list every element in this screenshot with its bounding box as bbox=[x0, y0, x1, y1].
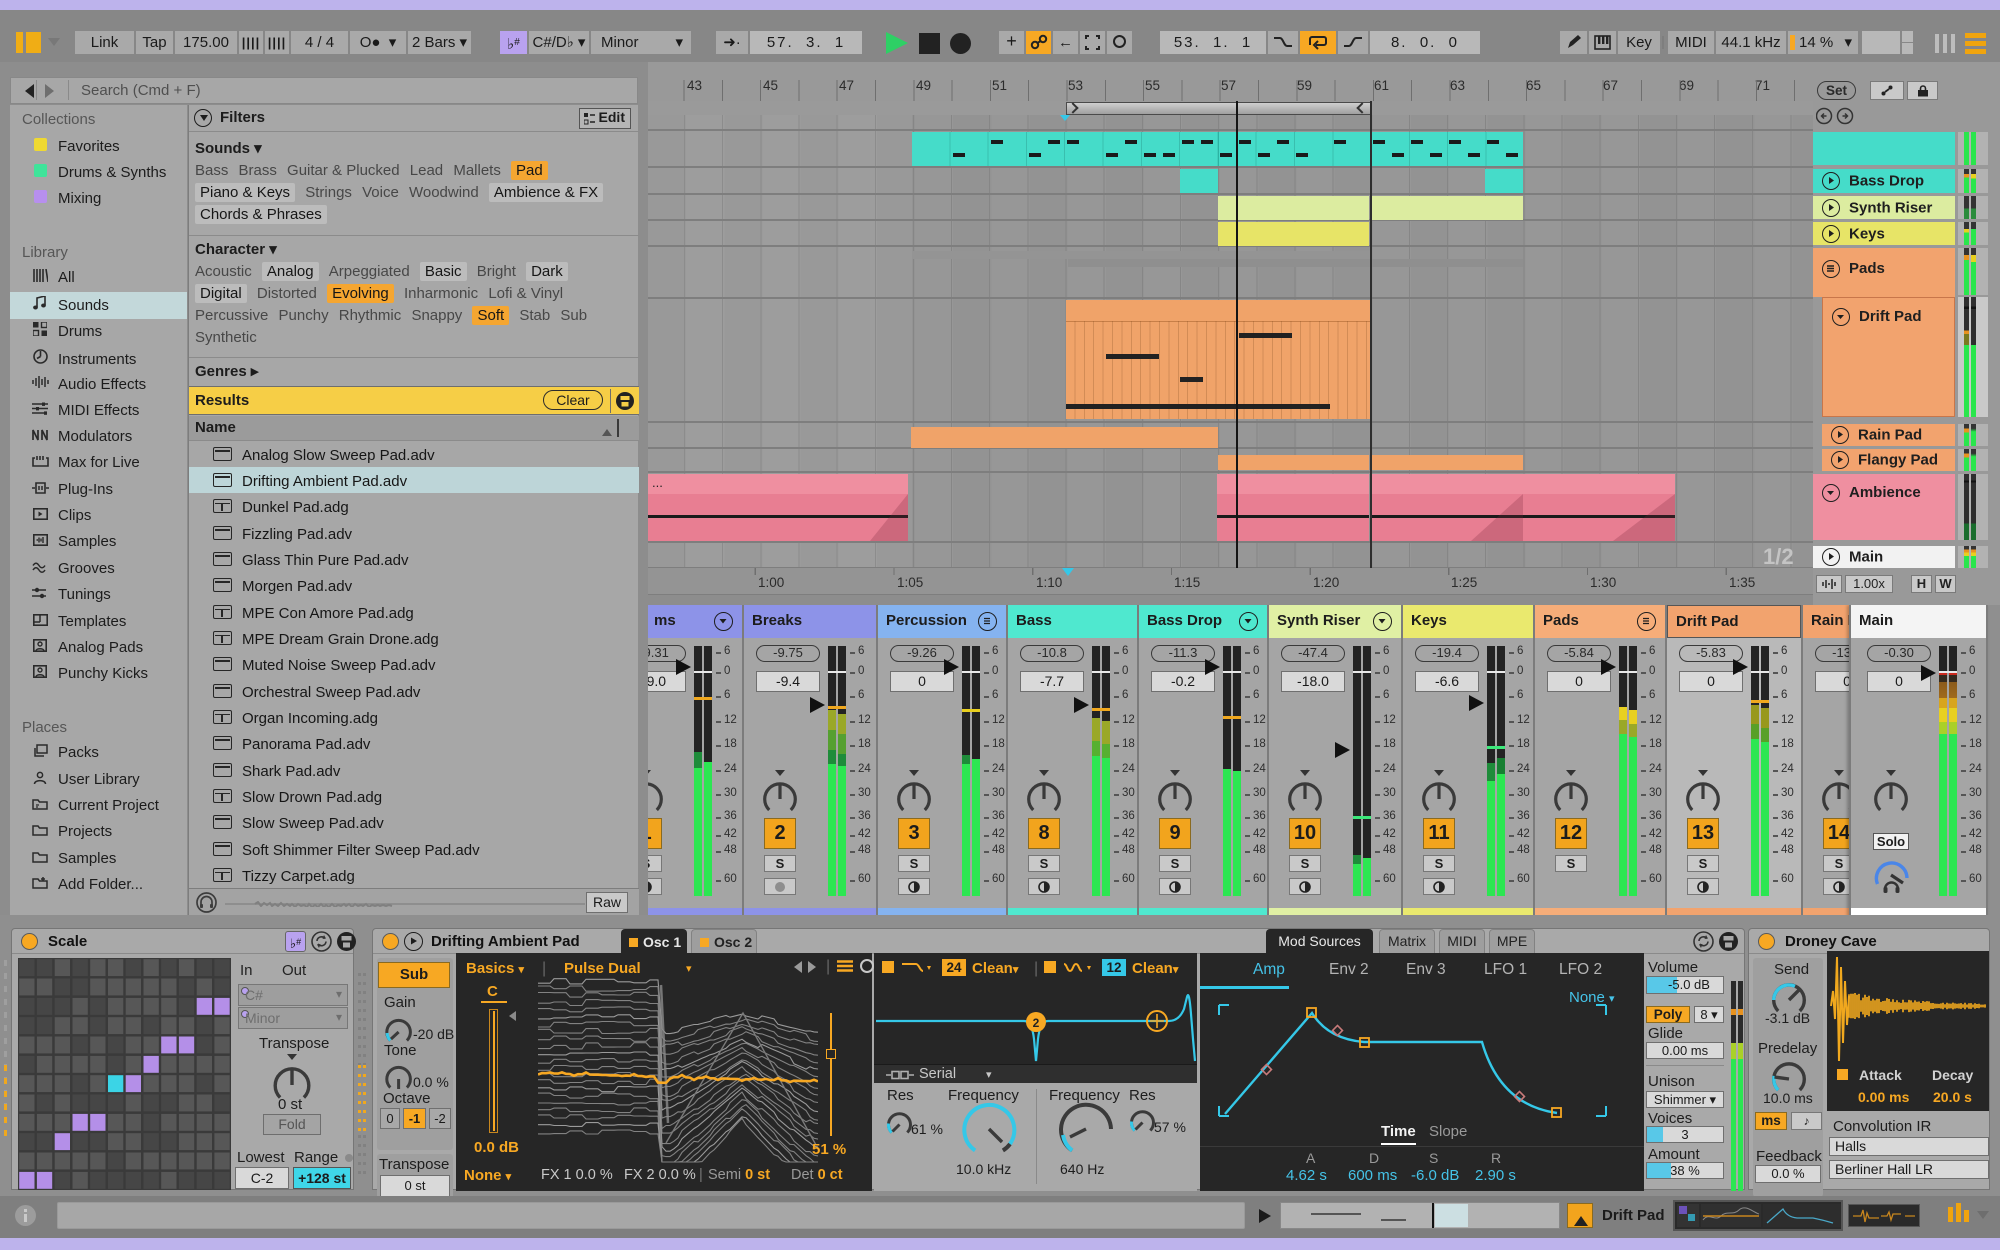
svg-text:2: 2 bbox=[1033, 1016, 1040, 1030]
